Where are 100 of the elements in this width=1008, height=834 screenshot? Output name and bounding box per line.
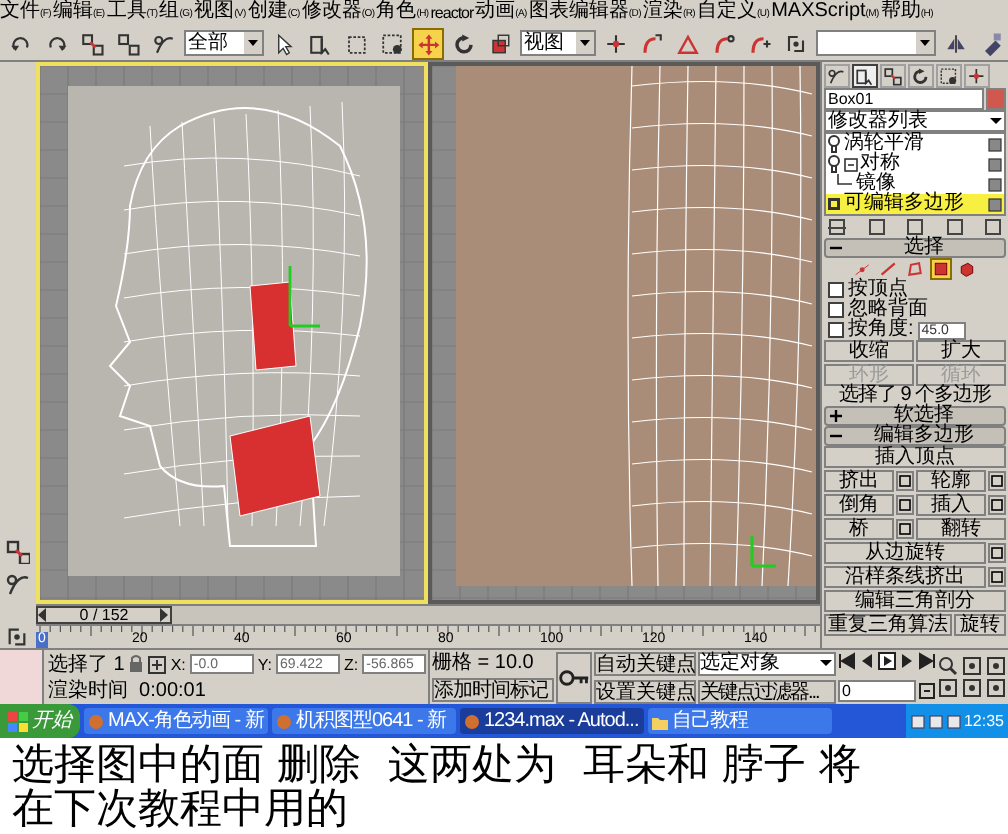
polygon-icon[interactable] xyxy=(930,258,952,280)
stack-item-label: 涡轮平滑 xyxy=(844,134,926,154)
taskbar-button[interactable]: 1234.max - Autod... xyxy=(460,708,644,734)
go-to-start-icon[interactable] xyxy=(838,652,856,670)
previous-frame-icon[interactable] xyxy=(38,608,48,622)
selection-count: 选择了 1 xyxy=(48,653,125,675)
panel-button[interactable]: 旋转 xyxy=(954,614,1006,636)
key-filters-button[interactable]: 关键点过滤器... xyxy=(698,679,836,703)
panel-button[interactable]: 插入 xyxy=(916,494,986,516)
menu-item[interactable]: reactor xyxy=(430,2,474,26)
panel-button[interactable]: 编辑三角剖分 xyxy=(824,590,1006,612)
previous-frame-icon[interactable] xyxy=(858,652,876,670)
panel-button[interactable]: 从边旋转 xyxy=(824,542,986,564)
taskbar-button[interactable]: 机积图型0641 - 新 xyxy=(272,708,456,734)
edge-icon[interactable] xyxy=(878,258,900,280)
panel-button[interactable]: 沿样条线挤出 xyxy=(824,566,986,588)
clock: 12:35 xyxy=(963,709,1004,733)
script-listener-field[interactable] xyxy=(0,650,44,704)
windows-logo-icon xyxy=(8,711,28,731)
checkbox[interactable] xyxy=(828,322,844,338)
add-time-tag-button[interactable]: 添加时间标记 xyxy=(432,678,554,702)
settings-icon[interactable] xyxy=(988,566,1006,588)
time-slider-thumb[interactable]: 0 / 152 xyxy=(36,606,172,624)
panel-button[interactable]: 桥 xyxy=(824,518,894,540)
move-icon[interactable] xyxy=(412,27,444,59)
stack-item[interactable]: 可编辑多边形 xyxy=(826,194,1004,214)
stack-item-label: 对称 xyxy=(860,154,902,174)
settings-icon[interactable] xyxy=(896,494,914,516)
taskbar-button[interactable]: 自己教程 xyxy=(648,708,832,734)
time-config-icon[interactable] xyxy=(918,681,936,699)
stack-item[interactable]: 镜像 xyxy=(826,174,1004,194)
rollout-header[interactable]: 选择 xyxy=(824,238,1006,258)
start-button[interactable]: 开始 xyxy=(0,704,80,738)
object-name-field[interactable]: Box01 xyxy=(824,88,984,110)
folder-icon xyxy=(652,713,668,729)
app-icon xyxy=(464,713,480,729)
panel-button[interactable]: 插入顶点 xyxy=(824,446,1006,468)
caption-line: 在下次教程中用的 xyxy=(12,786,350,830)
zoom-icon[interactable] xyxy=(938,656,958,676)
checkbox[interactable] xyxy=(828,302,844,318)
side-viewport[interactable] xyxy=(36,62,428,604)
selection-info: 选择了 9 个多边形 xyxy=(836,386,994,406)
light-bulb-icon[interactable] xyxy=(826,154,842,174)
settings-icon[interactable] xyxy=(988,542,1006,564)
taskbar-button[interactable]: MAX-角色动画 - 新 xyxy=(84,708,268,734)
object-color-swatch[interactable] xyxy=(986,88,1006,110)
auto-key-button[interactable]: 自动关键点 xyxy=(594,651,696,675)
checkbox[interactable] xyxy=(828,282,844,298)
coordinate-label: Y: xyxy=(257,653,273,675)
stack-item-label: 镜像 xyxy=(856,174,896,194)
hierarchy-icon[interactable] xyxy=(6,540,30,564)
stack-item[interactable]: 涡轮平滑 xyxy=(826,134,1004,154)
panel-button[interactable]: 翻转 xyxy=(916,518,1006,540)
settings-icon[interactable] xyxy=(988,470,1006,492)
modify-icon[interactable] xyxy=(852,64,878,88)
border-icon[interactable] xyxy=(904,258,926,280)
panel-button[interactable]: 重复三角算法 xyxy=(824,614,952,636)
collapse-icon[interactable] xyxy=(844,157,858,171)
modifier-stack-list[interactable]: 涡轮平滑 对称 镜像 可编辑多边形 xyxy=(824,132,1006,216)
coordinate-label: Z: xyxy=(344,653,359,675)
panel-button[interactable]: 收缩 xyxy=(824,340,914,362)
play-icon[interactable] xyxy=(878,652,896,670)
key-icon[interactable] xyxy=(556,651,592,703)
dropdown[interactable] xyxy=(816,30,936,56)
checkbox-label: 忽略背面 xyxy=(848,300,928,320)
dropdown[interactable]: 视图 xyxy=(520,30,596,56)
caption-line: 选择图中的面 删除 这两处为 耳朵和 脖子 将 xyxy=(12,742,864,786)
stack-item[interactable]: 对称 xyxy=(826,154,1004,174)
panel-button[interactable]: 倒角 xyxy=(824,494,894,516)
rollout-header[interactable]: 软选择 xyxy=(824,406,1006,426)
hierarchy-icon[interactable] xyxy=(880,64,906,88)
modifier-list-dropdown[interactable]: 修改器列表 xyxy=(824,110,1006,132)
panel-button[interactable]: 轮廓 xyxy=(916,470,986,492)
settings-icon[interactable] xyxy=(896,470,914,492)
dropdown-value: 全部 xyxy=(186,32,228,54)
key-mode-dropdown[interactable]: 选定对象 xyxy=(698,651,836,675)
go-to-end-icon[interactable] xyxy=(918,652,936,670)
set-key-button[interactable]: 设置关键点 xyxy=(594,679,696,703)
dropdown[interactable]: 全部 xyxy=(184,30,264,56)
settings-icon[interactable] xyxy=(896,518,914,540)
time-slider-track[interactable]: 0 / 152 xyxy=(36,604,820,626)
motion-icon[interactable] xyxy=(908,64,934,88)
grid-spacing: 栅格 = 10.0 xyxy=(432,652,536,674)
rollout-header[interactable]: 编辑多边形 xyxy=(824,426,1006,446)
curve-icon[interactable] xyxy=(6,572,30,596)
app-icon xyxy=(88,713,104,729)
panel-button[interactable]: 挤出 xyxy=(824,470,894,492)
settings-icon[interactable] xyxy=(988,494,1006,516)
light-bulb-icon[interactable] xyxy=(826,134,842,154)
absolute-mode-icon[interactable] xyxy=(148,655,167,673)
panel-button[interactable]: 扩大 xyxy=(916,340,1006,362)
dropdown-arrow-icon xyxy=(988,112,1004,130)
coordinate-label: X: xyxy=(170,653,186,675)
dropdown-arrow-icon xyxy=(818,654,834,672)
stack-item-label: 可编辑多边形 xyxy=(844,194,966,214)
next-frame-icon[interactable] xyxy=(160,608,170,622)
next-frame-icon[interactable] xyxy=(898,652,916,670)
checkbox-label: 按顶点 xyxy=(848,280,908,300)
frame-field[interactable]: 0 xyxy=(838,679,916,701)
lock-icon[interactable] xyxy=(128,654,145,674)
